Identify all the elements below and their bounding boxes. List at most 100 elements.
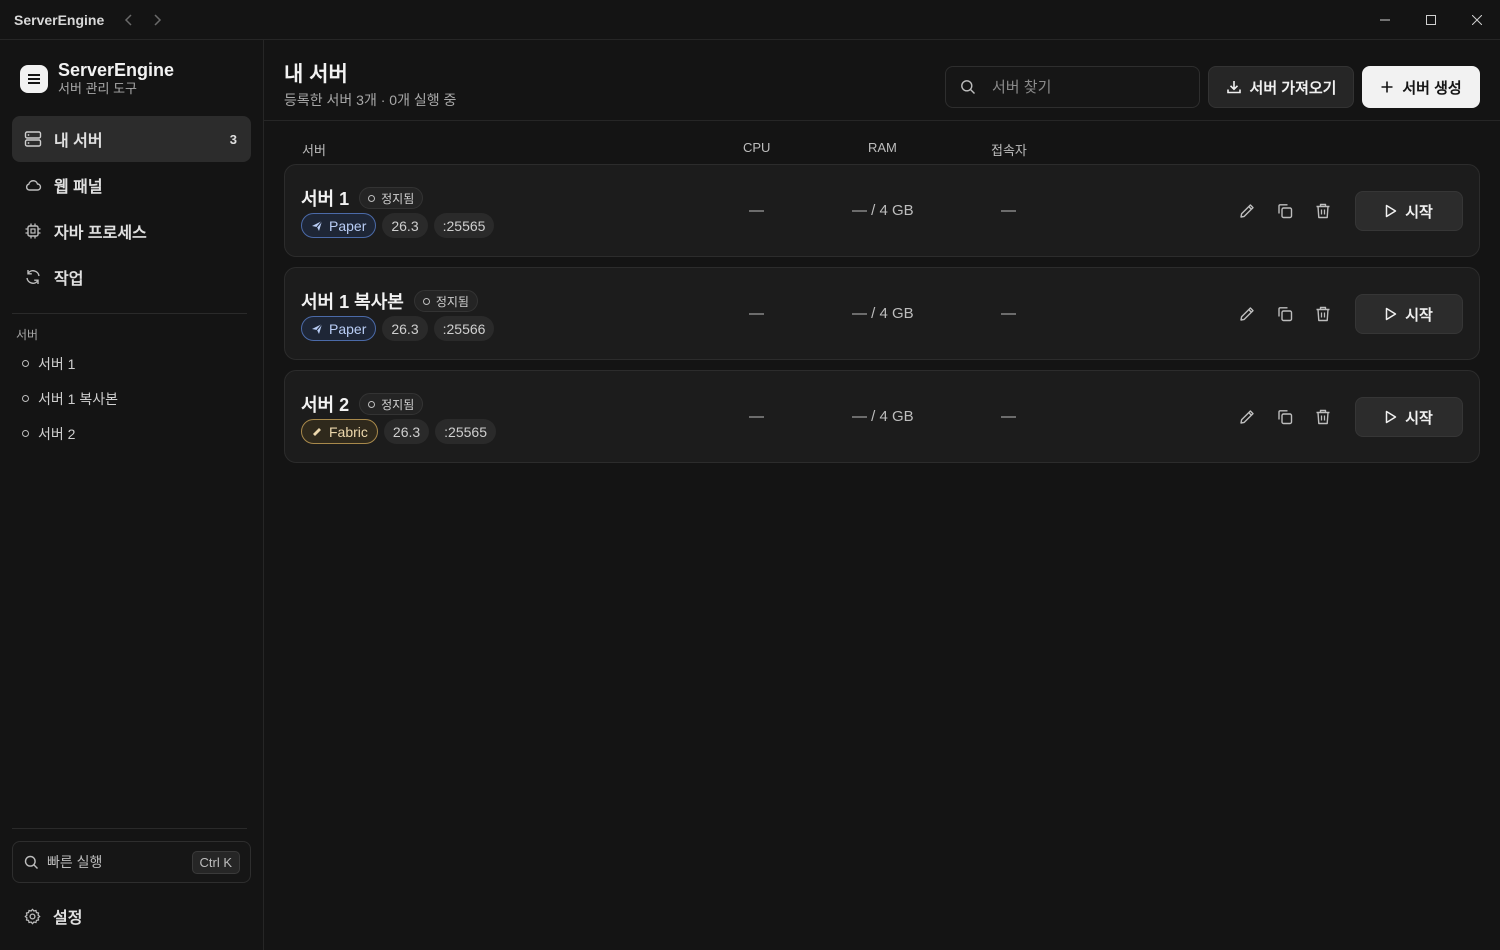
play-icon [1385, 307, 1397, 321]
server-card[interactable]: 서버 1 정지됨 Paper 26.3 :25565 — — / 4 GB — [284, 164, 1480, 257]
window-controls [1362, 0, 1500, 40]
server-name: 서버 2 [301, 395, 350, 415]
fabric-icon [311, 426, 323, 438]
edit-icon[interactable] [1236, 406, 1258, 428]
create-server-button[interactable]: 서버 생성 [1362, 66, 1480, 108]
server-search-input[interactable] [992, 78, 1182, 96]
start-button[interactable]: 시작 [1355, 397, 1463, 437]
sidebar-divider [12, 313, 247, 314]
ram-value: — / 4 GB [852, 202, 914, 219]
quick-run-label: 빠른 실행 [47, 854, 103, 870]
column-header-players: 접속자 [991, 143, 1027, 158]
players-value: — [1001, 305, 1016, 322]
column-header-server: 서버 [302, 143, 326, 158]
version-tag: 26.3 [382, 316, 428, 341]
status-badge: 정지됨 [413, 290, 478, 312]
server-card[interactable]: 서버 2 정지됨 Fabric 26.3 :25565 — — / 4 GB — [284, 370, 1480, 463]
settings-label: 설정 [53, 910, 83, 927]
software-tag: Paper [301, 213, 377, 238]
page-subtitle: 등록한 서버 3개 · 0개 실행 중 [284, 92, 457, 108]
status-dot-icon [22, 395, 29, 402]
settings-button[interactable]: 설정 [24, 904, 82, 928]
sidebar-item-my-servers[interactable]: 내 서버 3 [12, 116, 251, 162]
start-button[interactable]: 시작 [1355, 191, 1463, 231]
software-tag: Paper [301, 316, 377, 341]
status-dot-icon [368, 194, 376, 202]
column-header-ram: RAM [868, 140, 897, 155]
server-name: 서버 1 [301, 189, 350, 209]
copy-icon[interactable] [1274, 200, 1296, 222]
brand-subtitle: 서버 관리 도구 [58, 81, 137, 96]
trash-icon[interactable] [1312, 200, 1334, 222]
brand-title: ServerEngine [58, 60, 175, 80]
sidebar-item-java-process[interactable]: 자바 프로세스 [12, 208, 251, 254]
cpu-value: — [749, 305, 764, 322]
cloud-icon [24, 176, 42, 194]
status-badge: 정지됨 [359, 393, 424, 415]
status-dot-icon [22, 360, 29, 367]
sidebar-item-label: 작업 [54, 271, 84, 288]
minimize-icon[interactable] [1362, 0, 1408, 40]
sidebar-server-item[interactable]: 서버 2 [22, 416, 118, 451]
sidebar-item-label: 내 서버 [54, 133, 103, 150]
start-button[interactable]: 시작 [1355, 294, 1463, 334]
start-label: 시작 [1405, 409, 1433, 427]
sidebar-server-item[interactable]: 서버 1 [22, 346, 118, 381]
sidebar-item-tasks[interactable]: 작업 [12, 254, 251, 300]
sidebar-server-item[interactable]: 서버 1 복사본 [22, 381, 118, 416]
sidebar-nav: 내 서버 3 웹 패널 자바 프로세스 작업 [12, 116, 251, 300]
play-icon [1385, 204, 1397, 218]
paper-plane-icon [311, 323, 323, 335]
sidebar-divider [12, 828, 247, 829]
version-tag: 26.3 [382, 213, 428, 238]
gear-icon [24, 908, 41, 925]
software-label: Paper [329, 217, 367, 234]
server-name: 서버 1 복사본 [301, 292, 404, 312]
trash-icon[interactable] [1312, 303, 1334, 325]
status-badge: 정지됨 [359, 187, 424, 209]
port-tag: :25565 [433, 213, 495, 238]
sidebar: ServerEngine 서버 관리 도구 내 서버 3 웹 패널 자바 프로세… [0, 40, 264, 950]
status-dot-icon [22, 430, 29, 437]
start-label: 시작 [1405, 203, 1433, 221]
plus-icon [1380, 80, 1394, 94]
brand: ServerEngine 서버 관리 도구 [20, 60, 174, 98]
main-content: 내 서버 등록한 서버 3개 · 0개 실행 중 서버 가져오기 서버 생성 서… [264, 40, 1500, 950]
import-server-button[interactable]: 서버 가져오기 [1208, 66, 1354, 108]
search-icon [24, 855, 39, 870]
ram-value: — / 4 GB [852, 305, 914, 322]
copy-icon[interactable] [1274, 406, 1296, 428]
port-tag: :25565 [435, 419, 496, 444]
copy-icon[interactable] [1274, 303, 1296, 325]
sidebar-server-label: 서버 1 복사본 [38, 390, 118, 407]
sidebar-item-web-panel[interactable]: 웹 패널 [12, 162, 251, 208]
status-label: 정지됨 [381, 191, 415, 206]
sidebar-server-list: 서버 1 서버 1 복사본 서버 2 [22, 346, 118, 451]
cpu-value: — [749, 202, 764, 219]
chevron-right-icon[interactable] [150, 13, 164, 26]
sidebar-server-label: 서버 1 [38, 355, 76, 372]
search-icon [960, 79, 976, 95]
port-tag: :25566 [433, 316, 495, 341]
trash-icon[interactable] [1312, 406, 1334, 428]
chevron-left-icon[interactable] [122, 13, 136, 26]
edit-icon[interactable] [1236, 303, 1258, 325]
create-server-label: 서버 생성 [1402, 79, 1462, 97]
players-value: — [1001, 202, 1016, 219]
header-divider [264, 120, 1500, 121]
page-title: 내 서버 [284, 63, 348, 86]
software-tag: Fabric [301, 419, 378, 444]
sidebar-item-label: 자바 프로세스 [54, 225, 147, 242]
menu-icon [20, 65, 48, 93]
title-bar: ServerEngine [0, 0, 1500, 40]
status-label: 정지됨 [381, 397, 415, 412]
quick-run-button[interactable]: 빠른 실행 Ctrl K [12, 841, 251, 883]
maximize-icon[interactable] [1408, 0, 1454, 40]
server-card[interactable]: 서버 1 복사본 정지됨 Paper 26.3 :25566 — — / 4 G… [284, 267, 1480, 360]
edit-icon[interactable] [1236, 200, 1258, 222]
status-dot-icon [422, 297, 430, 305]
close-icon[interactable] [1454, 0, 1500, 40]
column-header-cpu: CPU [743, 140, 771, 155]
version-tag: 26.3 [383, 419, 430, 444]
sidebar-server-label: 서버 2 [38, 425, 76, 442]
